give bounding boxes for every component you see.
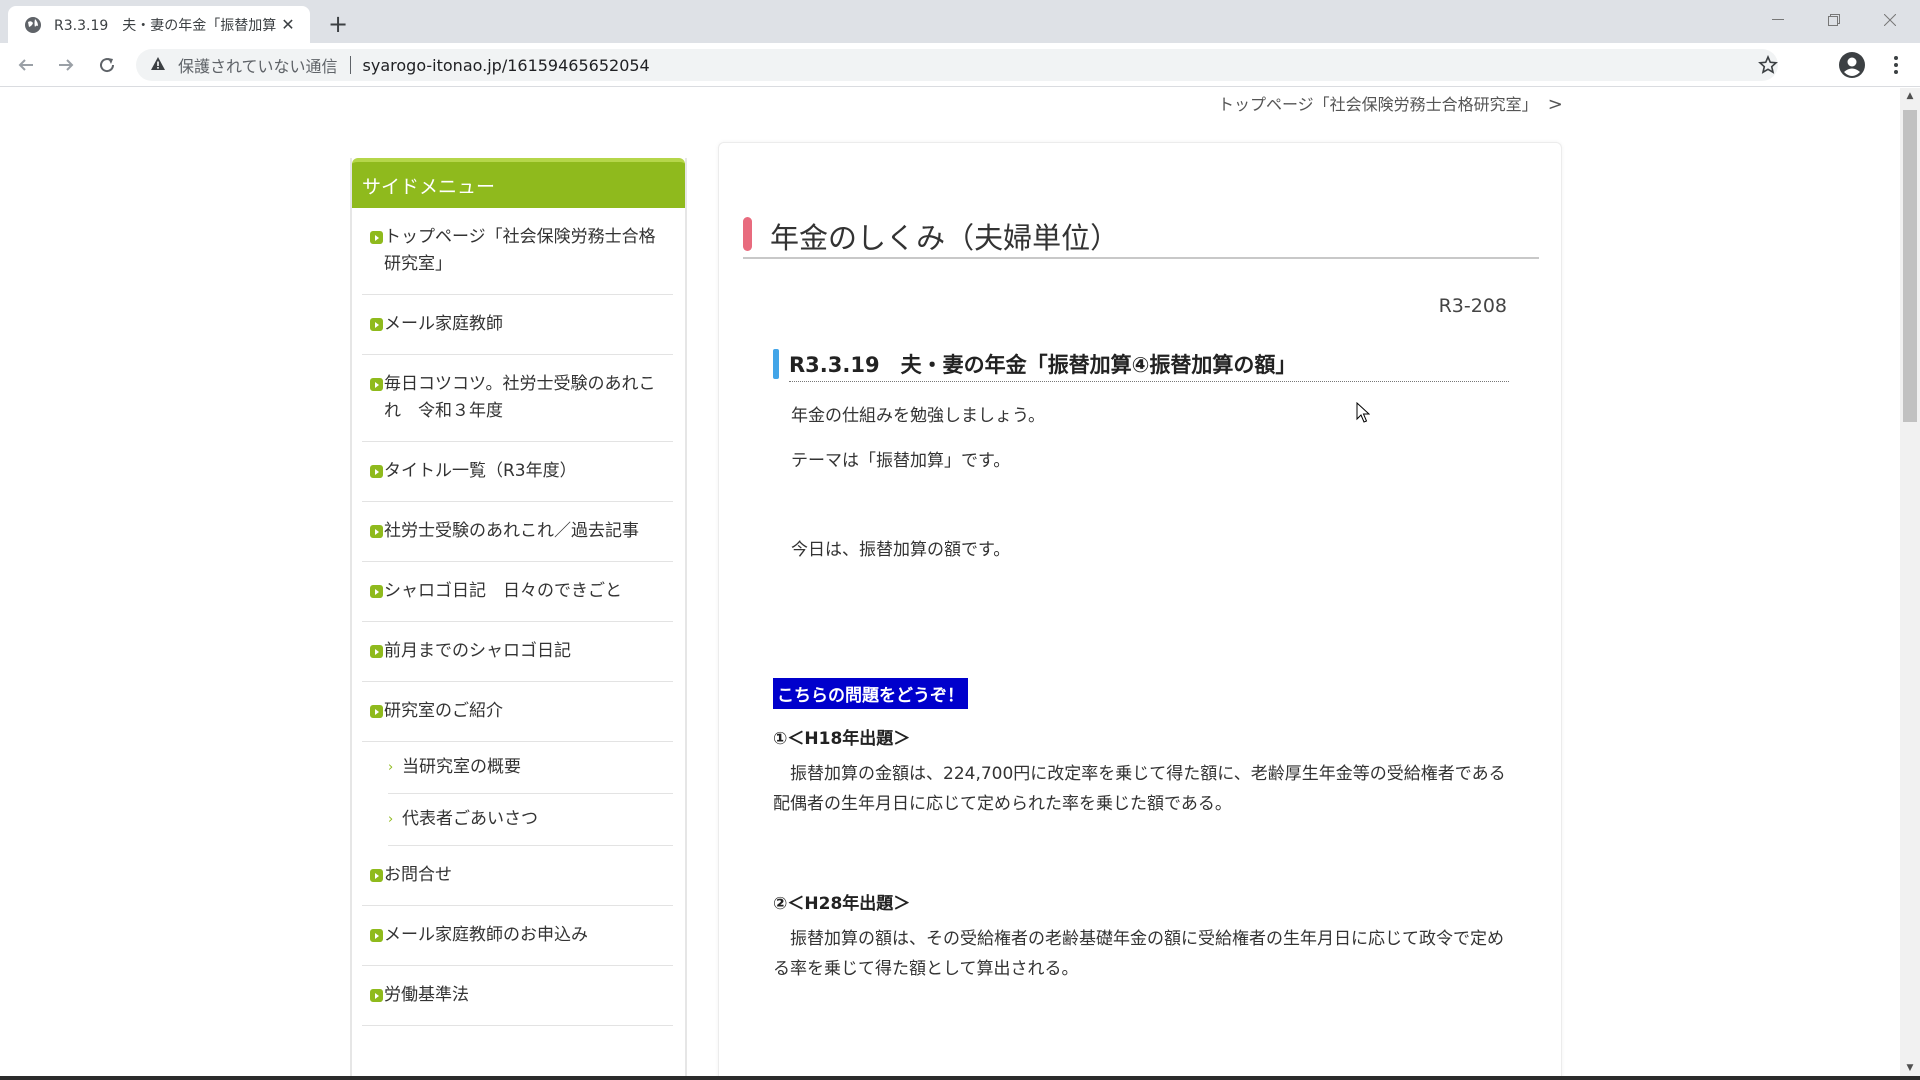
back-icon[interactable] (12, 51, 40, 79)
breadcrumb[interactable]: トップページ「社会保険労務士合格研究室」 > (1218, 91, 1563, 115)
side-menu-subitem[interactable]: › 代表者ごあいさつ (388, 794, 673, 846)
page-title: 年金のしくみ（夫婦単位） (770, 221, 1120, 255)
question-heading: ①＜H18年出題＞ (773, 729, 911, 749)
side-menu-item[interactable]: 研究室のご紹介 (362, 682, 673, 742)
taskbar-edge (0, 1076, 1920, 1080)
bullet-arrow-icon (370, 318, 383, 331)
side-menu-item-label[interactable]: タイトル一覧（R3年度） (384, 461, 577, 481)
divider (349, 56, 351, 74)
profile-avatar-icon[interactable] (1838, 51, 1866, 79)
close-tab-icon[interactable]: ✕ (278, 15, 298, 35)
chevron-right-icon: › (388, 760, 394, 775)
side-menu-subitem-label[interactable]: 当研究室の概要 (402, 757, 521, 777)
side-menu-subitem[interactable]: › 当研究室の概要 (388, 742, 673, 794)
scrollbar-thumb[interactable] (1903, 110, 1917, 422)
question-heading: ②＜H28年出題＞ (773, 894, 911, 914)
forward-icon[interactable] (52, 51, 80, 79)
question-body: 振替加算の金額は、224,700円に改定率を乗じて得た額に、老齢厚生年金等の受給… (773, 764, 1506, 814)
vertical-scrollbar[interactable]: ▲ ▼ (1900, 88, 1920, 1076)
side-menu-subitem-label[interactable]: 代表者ごあいさつ (402, 809, 538, 829)
side-menu-item-label[interactable]: メール家庭教師のお申込み (384, 925, 588, 945)
side-menu-item[interactable]: タイトル一覧（R3年度） (362, 442, 673, 502)
side-menu-item[interactable]: 毎日コツコツ。社労士受験のあれこれ 令和３年度 (362, 355, 673, 442)
tab-strip: R3.3.19 夫・妻の年金「振替加算 ✕ + (0, 0, 1920, 43)
side-menu-item-label[interactable]: メール家庭教師 (384, 314, 503, 334)
side-menu-item-label[interactable]: 労働基準法 (384, 985, 469, 1005)
breadcrumb-arrow: > (1547, 94, 1563, 115)
side-menu-item[interactable]: シャロゴ日記 日々のできごと (362, 562, 673, 622)
bookmark-star-icon[interactable] (1758, 54, 1778, 75)
chevron-right-icon: › (388, 812, 394, 827)
close-window-icon[interactable] (1862, 0, 1918, 40)
article-code: R3-208 (1438, 295, 1507, 317)
breadcrumb-link[interactable]: トップページ「社会保険労務士合格研究室」 (1218, 95, 1538, 114)
side-menu-item[interactable]: メール家庭教師 (362, 295, 673, 355)
dotted-divider (789, 381, 1509, 382)
side-menu-item[interactable]: メール家庭教師のお申込み (362, 906, 673, 966)
title-accent-bar (743, 217, 752, 251)
bullet-arrow-icon (370, 585, 383, 598)
side-menu-item[interactable]: トップページ「社会保険労務士合格研究室」 (362, 208, 673, 295)
reload-icon[interactable] (93, 51, 121, 79)
side-menu-item[interactable]: 前月までのシャロゴ日記 (362, 622, 673, 682)
security-status[interactable]: 保護されていない通信 (178, 53, 338, 77)
side-menu-item-label[interactable]: 毎日コツコツ。社労士受験のあれこれ 令和３年度 (384, 374, 656, 421)
side-menu-item-label[interactable]: お問合せ (384, 865, 452, 885)
side-menu-heading: サイドメニュー (352, 158, 685, 208)
bullet-arrow-icon (370, 869, 383, 882)
page-title-block: 年金のしくみ（夫婦単位） (743, 217, 1539, 259)
side-menu-item-label[interactable]: 研究室のご紹介 (384, 701, 503, 721)
intro-text: 今日は、振替加算の額です。 (791, 540, 1011, 560)
warning-icon[interactable] (150, 56, 168, 74)
minimize-icon[interactable] (1750, 0, 1806, 40)
question-callout: こちらの問題をどうぞ！ (773, 678, 968, 709)
scroll-down-arrow-icon[interactable]: ▼ (1900, 1060, 1920, 1076)
scroll-up-arrow-icon[interactable]: ▲ (1900, 88, 1920, 104)
page-viewport: トップページ「社会保険労務士合格研究室」 > サイドメニュー トップページ「社会保… (0, 88, 1900, 1076)
address-bar[interactable]: 保護されていない通信 syarogo-itonao.jp/16159465652… (136, 49, 1778, 81)
side-menu-item-label[interactable]: シャロゴ日記 日々のできごと (384, 581, 622, 601)
side-menu-item-label[interactable]: 前月までのシャロゴ日記 (384, 641, 571, 661)
bullet-arrow-icon (370, 465, 383, 478)
restore-icon[interactable] (1806, 0, 1862, 40)
main-content: 年金のしくみ（夫婦単位） R3-208 R3.3.19 夫・妻の年金「振替加算④… (718, 142, 1562, 1076)
browser-tab-active[interactable]: R3.3.19 夫・妻の年金「振替加算 ✕ (8, 6, 310, 43)
mouse-pointer-icon (1356, 402, 1370, 423)
browser-toolbar: 保護されていない通信 syarogo-itonao.jp/16159465652… (0, 43, 1920, 87)
side-menu: サイドメニュー トップページ「社会保険労務士合格研究室」 メール家庭教師 毎日コ… (350, 158, 687, 1076)
bullet-arrow-icon (370, 645, 383, 658)
side-menu-item[interactable]: 社労士受験のあれこれ／過去記事 (362, 502, 673, 562)
article-heading: R3.3.19 夫・妻の年金「振替加算④振替加算の額」 (789, 353, 1297, 377)
question-body: 振替加算の額は、その受給権者の老齢基礎年金の額に受給権者の生年月日に応じて政令で… (773, 929, 1504, 979)
intro-text: テーマは「振替加算」です。 (791, 451, 1011, 471)
bullet-arrow-icon (370, 989, 383, 1002)
bullet-arrow-icon (370, 378, 383, 391)
side-menu-item-label[interactable]: 社労士受験のあれこれ／過去記事 (384, 521, 639, 541)
bullet-arrow-icon (370, 231, 383, 244)
article-heading-block: R3.3.19 夫・妻の年金「振替加算④振替加算の額」 (773, 349, 1511, 382)
tab-title: R3.3.19 夫・妻の年金「振替加算 (54, 17, 277, 34)
url-text[interactable]: syarogo-itonao.jp/16159465652054 (363, 56, 650, 75)
subheading-accent-bar (773, 349, 779, 379)
new-tab-button[interactable]: + (324, 10, 352, 38)
bullet-arrow-icon (370, 929, 383, 942)
globe-icon (24, 16, 42, 34)
bullet-arrow-icon (370, 705, 383, 718)
bullet-arrow-icon (370, 525, 383, 538)
intro-text: 年金の仕組みを勉強しましょう。 (791, 406, 1045, 426)
side-menu-item[interactable]: 労働基準法 (362, 966, 673, 1026)
side-menu-item-label[interactable]: トップページ「社会保険労務士合格研究室」 (384, 227, 656, 274)
side-menu-item[interactable]: お問合せ (362, 846, 673, 906)
menu-kebab-icon[interactable] (1882, 51, 1910, 79)
